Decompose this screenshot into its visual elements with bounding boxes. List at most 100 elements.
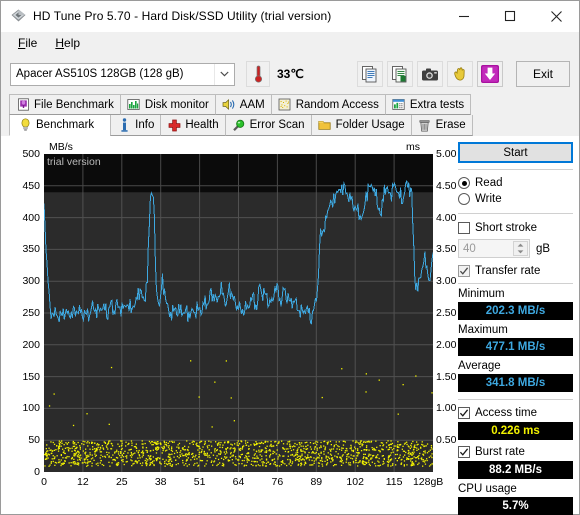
tab-random-access[interactable]: Random Access	[270, 94, 385, 115]
x-tick-label: 102	[346, 476, 364, 488]
export-excel-icon[interactable]	[387, 61, 413, 87]
radio-read-label: Read	[475, 177, 503, 189]
access-time-value: 0.226 ms	[491, 425, 540, 437]
radio-read[interactable]: Read	[458, 175, 573, 191]
divider-2	[458, 213, 573, 214]
tab-folder-usage[interactable]: Folder Usage	[310, 115, 411, 136]
burst-rate-value-box: 88.2 MB/s	[458, 461, 573, 479]
radio-write-icon[interactable]	[458, 193, 470, 205]
cpu-usage-value-box: 5.7%	[458, 497, 573, 515]
burst-rate-label: Burst rate	[475, 445, 525, 458]
close-icon[interactable]	[533, 2, 579, 31]
tab-extra-tests-label: Extra tests	[409, 98, 465, 111]
thermometer-icon	[246, 61, 270, 87]
menu-file[interactable]: File	[9, 34, 46, 53]
menu-help-label: H	[55, 35, 65, 50]
x-tick-label: 115	[385, 476, 403, 488]
health-cross-icon	[167, 118, 181, 132]
x-tick-label: 51	[193, 476, 206, 488]
checkbox-burst-rate[interactable]: Burst rate	[458, 443, 573, 460]
maximize-icon[interactable]	[487, 2, 533, 31]
title-bar: HD Tune Pro 5.70 - Hard Disk/SSD Utility…	[1, 1, 579, 32]
checkbox-access-time[interactable]: Access time	[458, 404, 573, 421]
extra-tests-icon	[392, 98, 406, 112]
download-arrow-icon[interactable]	[477, 61, 503, 87]
average-label: Average	[458, 360, 501, 372]
x-tick-label: 128gB	[412, 476, 444, 488]
exit-button-label: Exit	[532, 67, 553, 81]
maximum-value: 477.1 MB/s	[485, 341, 546, 353]
exit-button[interactable]: Exit	[516, 61, 570, 87]
checkbox-transfer-rate[interactable]: Transfer rate	[458, 262, 573, 279]
access-time-checkbox-icon[interactable]	[458, 406, 470, 419]
hdtune-disk-icon	[10, 8, 26, 24]
short-stroke-label: Short stroke	[475, 221, 537, 234]
transfer-rate-label: Transfer rate	[475, 264, 541, 277]
short-stroke-size-input[interactable]: 40	[458, 239, 530, 258]
spinner-down-icon[interactable]	[514, 249, 527, 256]
tab-benchmark-label: Benchmark	[36, 119, 95, 131]
y-tick-label: 400	[22, 211, 40, 224]
drive-select[interactable]: Apacer AS510S 128GB (128 gB)	[10, 62, 235, 86]
short-stroke-size-value: 40	[463, 242, 476, 255]
hd-tune-window: HD Tune Pro 5.70 - Hard Disk/SSD Utility…	[0, 0, 580, 515]
minimum-label: Minimum	[458, 288, 505, 300]
menu-file-rest: ile	[25, 35, 38, 50]
radio-read-icon[interactable]	[458, 177, 470, 189]
x-tick-label: 38	[154, 476, 167, 488]
benchmark-chart: MB/s ms 0 50 100 150 200 250 300 350 400 450 500 0…	[9, 141, 456, 494]
random-access-icon	[278, 98, 292, 112]
tab-aam[interactable]: AAM	[214, 94, 271, 115]
maximum-value-box: 477.1 MB/s	[458, 338, 573, 356]
y-tick-label: 300	[22, 275, 40, 288]
burst-rate-checkbox-icon[interactable]	[458, 445, 470, 458]
camera-icon[interactable]	[417, 61, 443, 87]
chevron-down-icon[interactable]	[214, 63, 234, 85]
radio-write-label: Write	[475, 193, 502, 205]
chart-canvas	[44, 154, 433, 472]
maximum-label: Maximum	[458, 324, 508, 336]
chart-plot-area: trial version	[44, 154, 433, 472]
tab-extra-tests[interactable]: Extra tests	[384, 94, 472, 115]
transfer-rate-checkbox-icon[interactable]	[458, 264, 470, 277]
tab-disk-monitor-label: Disk monitor	[144, 98, 209, 111]
tab-strip: File Benchmark Disk monitor AAM Random A…	[1, 94, 579, 136]
spinner-arrows[interactable]	[513, 241, 528, 256]
x-tick-label: 12	[77, 476, 89, 488]
tab-folder-usage-label: Folder Usage	[335, 119, 405, 131]
chart-y2label: ms	[406, 141, 420, 153]
info-icon	[117, 118, 131, 132]
short-stroke-checkbox-icon[interactable]	[458, 221, 470, 234]
tab-erase[interactable]: Erase	[410, 115, 473, 136]
tab-error-scan[interactable]: Error Scan	[224, 115, 311, 136]
radio-write[interactable]: Write	[458, 191, 573, 207]
x-tick-label: 76	[271, 476, 284, 488]
disk-monitor-icon	[127, 98, 141, 112]
divider-4	[458, 399, 573, 400]
tab-file-benchmark[interactable]: File Benchmark	[9, 94, 120, 115]
toolbar: Apacer AS510S 128GB (128 gB) 33℃ Exit	[1, 54, 579, 94]
minimize-icon[interactable]	[441, 2, 487, 31]
tab-info[interactable]: Info	[110, 115, 161, 136]
start-button[interactable]: Start	[458, 142, 573, 163]
tab-health[interactable]: Health	[160, 115, 225, 136]
y-tick-label: 100	[22, 402, 40, 415]
checkbox-short-stroke[interactable]: Short stroke	[458, 219, 573, 236]
minimum-value-box: 202.3 MB/s	[458, 302, 573, 320]
y-tick-label: 350	[22, 243, 40, 256]
tab-disk-monitor[interactable]: Disk monitor	[119, 94, 215, 115]
tab-health-label: Health	[185, 119, 219, 131]
menu-help[interactable]: Help	[46, 34, 89, 53]
x-tick-label: 25	[115, 476, 128, 488]
cpu-usage-label: CPU usage	[458, 483, 517, 495]
copy-icon[interactable]	[357, 61, 383, 87]
hand-icon[interactable]	[447, 61, 473, 87]
tab-row-top: File Benchmark Disk monitor AAM Random A…	[9, 94, 571, 115]
tab-erase-label: Erase	[435, 119, 466, 131]
access-time-value-box: 0.226 ms	[458, 422, 573, 440]
tab-random-access-label: Random Access	[295, 98, 379, 111]
short-stroke-unit-label: gB	[536, 242, 551, 255]
tab-benchmark[interactable]: Benchmark	[9, 115, 111, 136]
average-value-box: 341.8 MB/s	[458, 374, 573, 392]
divider-1	[458, 169, 573, 170]
